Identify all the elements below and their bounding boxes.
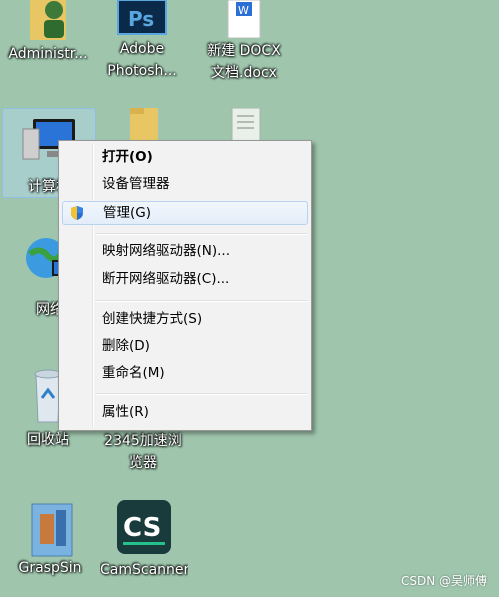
- menu-item-open[interactable]: 打开(O): [62, 145, 308, 169]
- desktop-icon-label: GraspSin: [18, 560, 82, 576]
- graspsin-app-icon: [22, 500, 78, 558]
- svg-text:Ps: Ps: [128, 7, 154, 31]
- desktop-icon-label: 回收站: [27, 432, 69, 448]
- menu-item-label: 属性(R): [102, 404, 149, 420]
- menu-item-map-network-drive[interactable]: 映射网络驱动器(N)...: [62, 239, 308, 263]
- word-document-icon: W: [222, 0, 266, 39]
- desktop-icon-label: 2345加速浏览器: [104, 433, 182, 471]
- photoshop-icon: Ps: [114, 0, 170, 36]
- menu-item-label: 删除(D): [102, 338, 150, 354]
- menu-item-label: 管理(G): [103, 205, 151, 221]
- menu-item-rename[interactable]: 重命名(M): [62, 361, 308, 385]
- user-folder-icon: [24, 0, 72, 44]
- svg-text:CS: CS: [123, 513, 161, 543]
- camscanner-icon: CS: [115, 498, 173, 556]
- document-icon: [224, 107, 264, 145]
- menu-item-manage[interactable]: 管理(G): [62, 201, 308, 225]
- svg-text:W: W: [238, 4, 249, 17]
- context-menu: 打开(O) 设备管理器 管理(G) 映射网络驱动器(N)... 断开网络驱动器(…: [58, 140, 312, 431]
- menu-item-delete[interactable]: 删除(D): [62, 334, 308, 358]
- menu-separator: [95, 233, 308, 235]
- desktop-icon-2345-browser[interactable]: 2345加速浏览器: [100, 430, 188, 474]
- desktop-icon-label: Adobe Photosh...: [107, 41, 177, 79]
- desktop-icon-docx[interactable]: W 新建 DOCX 文档.docx: [196, 0, 292, 84]
- menu-separator: [95, 393, 308, 395]
- desktop-icon-label: CamScanner: [100, 562, 188, 578]
- menu-item-label: 重命名(M): [102, 365, 165, 381]
- menu-separator: [95, 300, 308, 302]
- menu-item-label: 创建快捷方式(S): [102, 311, 203, 327]
- desktop-icon-camscanner[interactable]: CS CamScanner: [100, 498, 188, 580]
- uac-shield-icon: [69, 205, 85, 228]
- watermark: CSDN @吴师傅: [400, 574, 487, 588]
- desktop-icon-label: Administr...: [8, 46, 88, 62]
- desktop-icon-photoshop[interactable]: Ps Adobe Photosh...: [98, 0, 186, 82]
- desktop-icon-document[interactable]: [196, 107, 292, 145]
- desktop-icon-graspsin[interactable]: GraspSin: [6, 500, 94, 578]
- folder-icon: [124, 108, 164, 144]
- desktop-icon-administrator[interactable]: Administr...: [4, 0, 92, 64]
- menu-item-label: 设备管理器: [102, 176, 170, 192]
- desktop-icon-label: 新建 DOCX 文档.docx: [207, 43, 281, 81]
- menu-item-device-manager[interactable]: 设备管理器: [62, 172, 308, 196]
- menu-item-label: 断开网络驱动器(C)...: [102, 271, 230, 287]
- desktop-icon-folder[interactable]: [100, 108, 188, 144]
- menu-item-label: 打开(O): [102, 149, 153, 165]
- menu-item-disconnect-network-drive[interactable]: 断开网络驱动器(C)...: [62, 267, 308, 291]
- menu-item-create-shortcut[interactable]: 创建快捷方式(S): [62, 307, 308, 331]
- menu-item-properties[interactable]: 属性(R): [62, 400, 308, 424]
- menu-item-label: 映射网络驱动器(N)...: [102, 243, 231, 259]
